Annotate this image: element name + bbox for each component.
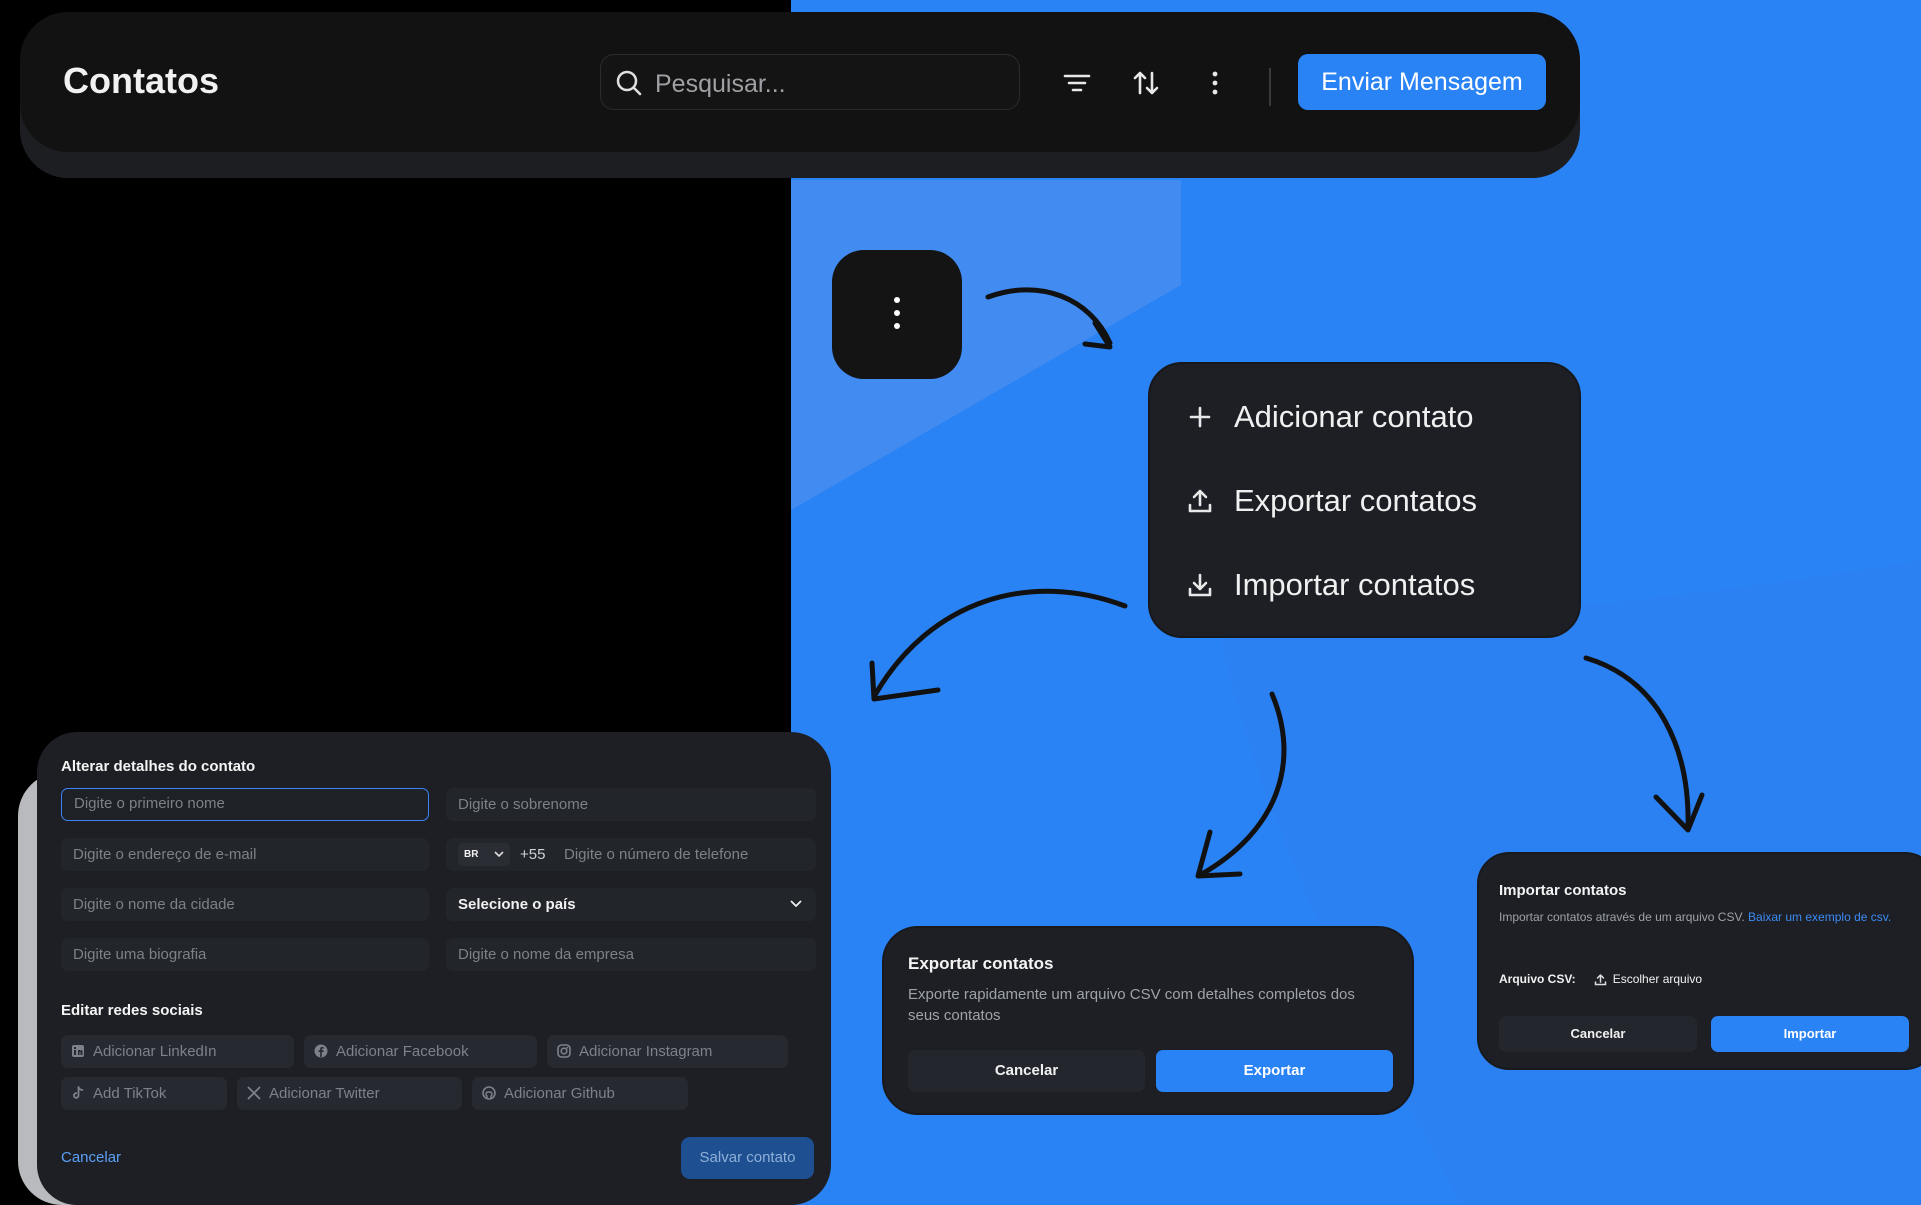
social-section-title: Editar redes sociais <box>61 1002 203 1019</box>
chevron-down-icon <box>494 851 504 858</box>
dialog-title: Importar contatos <box>1499 882 1627 899</box>
country-code: BR <box>464 849 479 860</box>
dialog-title: Exportar contatos <box>908 954 1054 973</box>
instagram-label: Adicionar Instagram <box>579 1043 713 1060</box>
contact-form: Alterar detalhes do contato Digite o pri… <box>37 732 831 1205</box>
choose-file-label: Escolher arquivo <box>1612 972 1703 986</box>
facebook-label: Adicionar Facebook <box>336 1043 469 1060</box>
city-field[interactable]: Digite o nome da cidade <box>61 888 429 921</box>
twitter-label: Adicionar Twitter <box>269 1085 380 1102</box>
facebook-field[interactable]: Adicionar Facebook <box>304 1035 537 1068</box>
export-button[interactable]: Exportar <box>1156 1050 1393 1092</box>
instagram-icon <box>557 1044 571 1058</box>
tiktok-icon <box>73 1086 84 1099</box>
bio-field[interactable]: Digite uma biografia <box>61 938 429 971</box>
arrow-to-import <box>1583 655 1691 831</box>
linkedin-icon <box>72 1045 84 1057</box>
chevron-down-icon <box>790 900 802 908</box>
save-contact-button[interactable]: Salvar contato <box>681 1137 814 1179</box>
export-dialog: Exportar contatos Exporte rapidamente um… <box>882 926 1414 1115</box>
country-select[interactable]: Selecione o país <box>446 888 816 921</box>
arrow-to-form <box>872 588 1128 698</box>
tiktok-field[interactable]: Add TikTok <box>61 1077 227 1110</box>
linkedin-label: Adicionar LinkedIn <box>93 1043 217 1060</box>
arrow-to-export <box>1197 691 1287 878</box>
x-twitter-icon <box>247 1086 261 1100</box>
upload-icon <box>1594 973 1606 985</box>
dial-code: +55 <box>520 846 546 863</box>
phone-field[interactable]: BR +55 Digite o número de telefone <box>446 838 816 871</box>
github-icon <box>482 1086 496 1100</box>
arrow-to-menu <box>985 287 1113 346</box>
dialog-description: Exporte rapidamente um arquivo CSV com d… <box>908 986 1355 1024</box>
cancel-button[interactable]: Cancelar <box>908 1050 1145 1092</box>
import-button[interactable]: Importar <box>1711 1016 1909 1052</box>
instagram-field[interactable]: Adicionar Instagram <box>547 1035 788 1068</box>
form-title: Alterar detalhes do contato <box>61 758 256 775</box>
import-dialog: Importar contatos Importar contatos atra… <box>1477 852 1921 1070</box>
twitter-field[interactable]: Adicionar Twitter <box>237 1077 462 1110</box>
choose-file-button[interactable]: Escolher arquivo <box>1594 972 1702 986</box>
github-label: Adicionar Github <box>504 1085 615 1102</box>
cancel-button[interactable]: Cancelar <box>1499 1016 1697 1052</box>
arrow-to-import-head <box>1653 792 1705 833</box>
linkedin-field[interactable]: Adicionar LinkedIn <box>61 1035 294 1068</box>
country-select-label: Selecione o país <box>458 896 576 913</box>
file-row: Arquivo CSV: Escolher arquivo <box>1499 972 1702 986</box>
first-name-field[interactable]: Digite o primeiro nome <box>61 788 429 821</box>
company-field[interactable]: Digite o nome da empresa <box>446 938 816 971</box>
facebook-icon <box>314 1044 328 1058</box>
github-field[interactable]: Adicionar Github <box>472 1077 688 1110</box>
description-text: Importar contatos através de um arquivo … <box>1499 910 1745 924</box>
download-example-link[interactable]: Baixar um exemplo de csv. <box>1748 910 1891 924</box>
email-field[interactable]: Digite o endereço de e-mail <box>61 838 429 871</box>
tiktok-label: Add TikTok <box>93 1085 167 1102</box>
cancel-button[interactable]: Cancelar <box>61 1149 121 1166</box>
country-code-select[interactable]: BR <box>458 843 510 866</box>
phone-placeholder: Digite o número de telefone <box>564 846 749 863</box>
last-name-field[interactable]: Digite o sobrenome <box>446 788 816 821</box>
dialog-description: Importar contatos através de um arquivo … <box>1499 908 1919 926</box>
file-label: Arquivo CSV: <box>1499 972 1576 986</box>
